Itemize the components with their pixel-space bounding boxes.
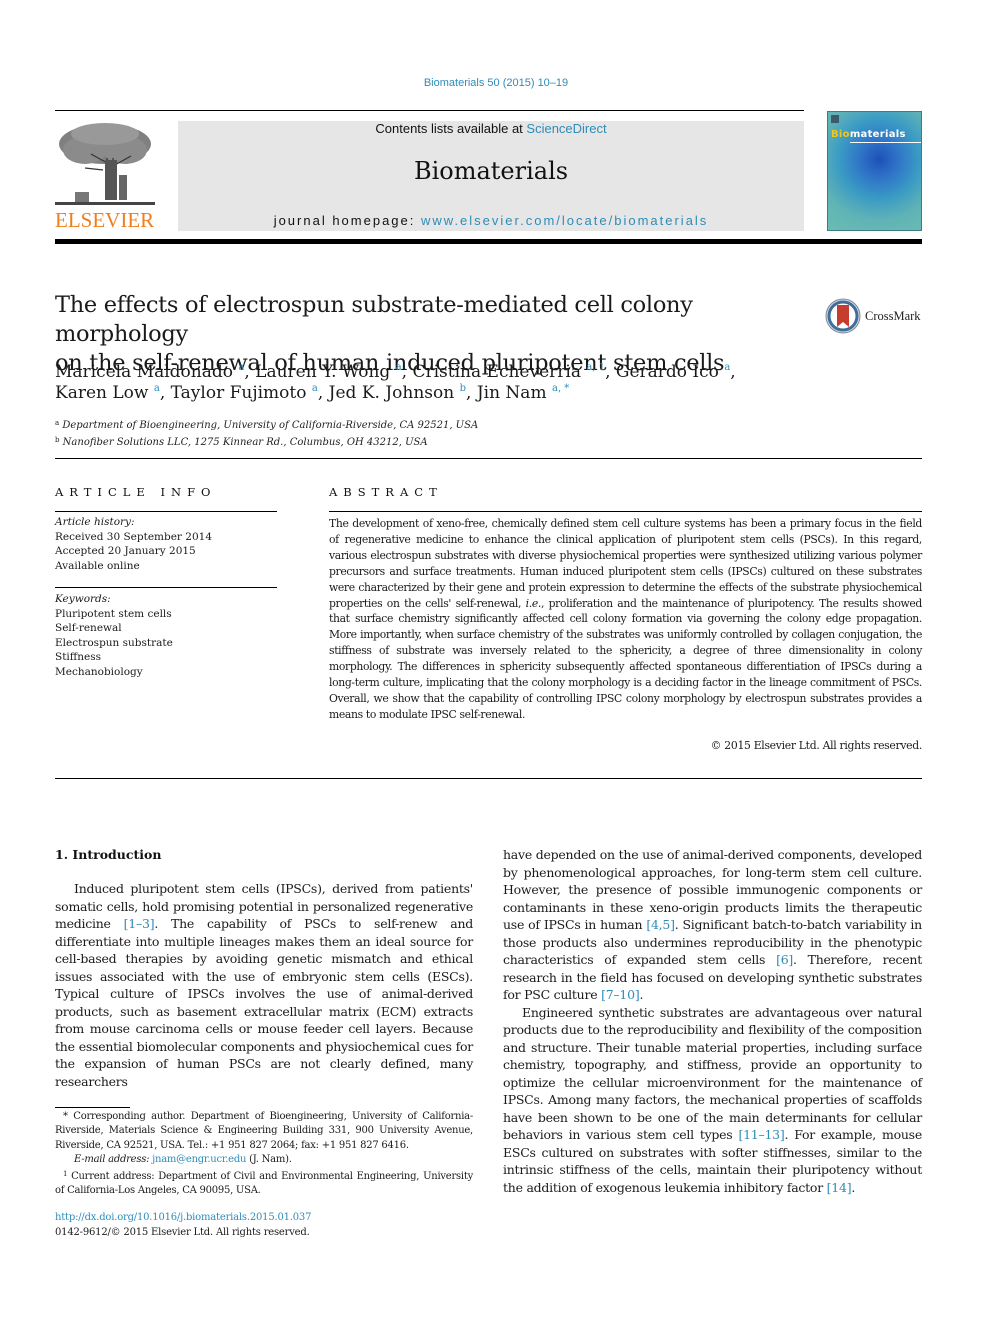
footnote-rule [55,1107,130,1108]
author-name[interactable]: Jin Nam [477,383,547,403]
author-name[interactable]: Cristina Echeverria [412,362,580,382]
history-label: Article history: [55,516,135,528]
abstract-heading: ABSTRACT [329,485,443,499]
keywords: Keywords: Pluripotent stem cells Self-re… [55,592,277,679]
doi-block: http://dx.doi.org/10.1016/j.biomaterials… [55,1211,311,1240]
history-received: Received 30 September 2014 [55,530,213,543]
author-line-2: Karen Low a, Taylor Fujimoto a, Jed K. J… [55,383,570,403]
citation-link[interactable]: [11–13] [738,1127,784,1142]
contents-line: Contents lists available at ScienceDirec… [178,121,804,136]
affiliation-marker[interactable]: a [312,383,318,394]
email-note: E-mail address: jnam@engr.ucr.edu (J. Na… [74,1153,292,1165]
crossmark-button[interactable]: CrossMark [825,296,925,336]
author-name[interactable]: Jed K. Johnson [329,383,455,403]
homepage-link[interactable]: www.elsevier.com/locate/biomaterials [421,213,708,228]
abstract-text: The development of xeno-free, chemically… [329,517,922,721]
author-list: Maricela Maldonado a, Lauren Y. Wong a, … [55,362,815,404]
intro-paragraph-1-cont: have depended on the use of animal-deriv… [503,847,923,1002]
article-history: Article history: Received 30 September 2… [55,515,277,573]
elsevier-tree-icon [55,123,155,205]
author-name[interactable]: Gerardo Ico [616,362,719,382]
footnotes: * Corresponding author. Department of Bi… [55,1110,473,1199]
crossmark-label: CrossMark [865,308,921,323]
keywords-label: Keywords: [55,593,111,605]
abstract-copyright: © 2015 Elsevier Ltd. All rights reserved… [710,739,923,752]
body-column-right: have depended on the use of animal-deriv… [503,846,922,1196]
history-accepted: Accepted 20 January 2015 [55,545,196,557]
affiliation-marker[interactable]: a [238,362,244,373]
affiliation-marker[interactable]: a, 1 [586,362,605,373]
current-address-note: 1 Current address: Department of Civil a… [55,1170,473,1197]
citation-link[interactable]: [14] [827,1180,852,1195]
doi-link[interactable]: http://dx.doi.org/10.1016/j.biomaterials… [55,1212,311,1223]
cover-rule [850,142,921,143]
author-line-1: Maricela Maldonado a, Lauren Y. Wong a, … [55,362,736,382]
journal-title: Biomaterials [413,157,569,185]
affiliation-marker[interactable]: a [724,362,730,373]
cover-title: Biomaterials [831,129,906,140]
journal-reference[interactable]: Biomaterials 50 (2015) 10–19 [0,77,992,89]
affiliation-marker[interactable]: a [154,383,160,394]
article-info-heading: ARTICLE INFO [55,485,217,499]
intro-paragraph-2: Engineered synthetic substrates are adva… [503,1004,922,1195]
affiliation-a: a Department of Bioengineering, Universi… [55,419,479,431]
article-info-rule [55,511,277,512]
keywords-rule [55,587,277,588]
citation-link[interactable]: [6] [776,952,793,967]
corresponding-author-note: * Corresponding author. Department of Bi… [55,1111,473,1151]
affiliation-marker[interactable]: a [396,362,402,373]
author-name[interactable]: Lauren Y. Wong [255,362,390,382]
abstract-end-rule [55,778,922,779]
history-online: Available online [55,559,140,572]
author-name[interactable]: Karen Low [55,383,148,403]
contents-prefix: Contents lists available at [375,121,527,136]
keyword-item: Self-renewal [55,622,122,634]
journal-homepage: journal homepage: www.elsevier.com/locat… [178,213,804,228]
citation-link[interactable]: [1–3] [124,916,155,931]
homepage-prefix: journal homepage: [273,213,421,228]
issn-copyright: 0142-9612/© 2015 Elsevier Ltd. All right… [55,1226,310,1238]
affiliation-rule [55,458,922,459]
affiliations: a Department of Bioengineering, Universi… [55,416,655,450]
sciencedirect-link[interactable]: ScienceDirect [526,121,606,136]
header-rule [55,110,804,111]
keyword-item: Electrospun substrate [55,636,173,649]
section-heading-introduction: 1. Introduction [55,847,162,862]
keyword-item: Stiffness [55,651,101,663]
journal-masthead: Contents lists available at ScienceDirec… [178,121,804,231]
affiliation-marker[interactable]: b [460,383,466,394]
journal-cover-thumbnail[interactable]: Biomaterials [827,111,922,231]
affiliation-marker[interactable]: a, * [552,383,569,394]
email-link[interactable]: jnam@engr.ucr.edu [152,1154,246,1165]
keyword-item: Pluripotent stem cells [55,607,172,620]
elsevier-logo[interactable]: ELSEVIER [55,120,157,232]
author-name[interactable]: Maricela Maldonado [55,362,233,382]
affiliation-b: b Nanofiber Solutions LLC, 1275 Kinnear … [55,436,428,448]
title-line-1: The effects of electrospun substrate-med… [55,292,693,347]
header-thick-rule [55,239,922,244]
intro-paragraph-1: Induced pluripotent stem cells (IPSCs), … [55,881,474,1089]
body-column-left: Induced pluripotent stem cells (IPSCs), … [55,880,473,1090]
cover-emblem-icon [831,115,839,123]
abstract-rule [329,511,922,512]
author-name[interactable]: Taylor Fujimoto [171,383,307,403]
publisher-wordmark: ELSEVIER [55,208,155,232]
crossmark-icon [825,298,861,334]
keyword-item: Mechanobiology [55,665,143,678]
citation-link[interactable]: [7–10] [601,987,640,1002]
citation-link[interactable]: [4,5] [646,917,675,932]
